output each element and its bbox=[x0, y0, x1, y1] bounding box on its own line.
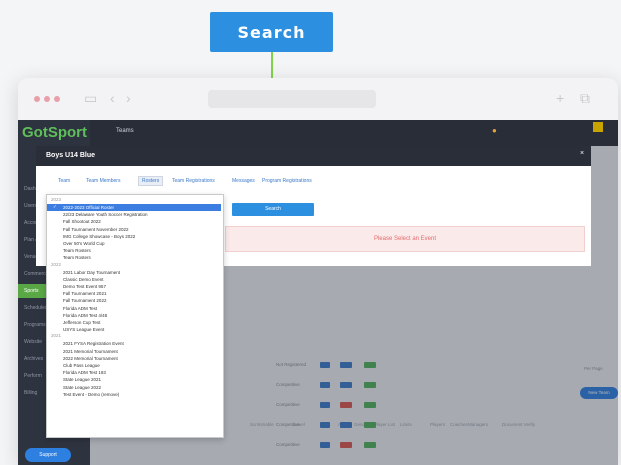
alert-message: Please Select an Event bbox=[225, 226, 585, 252]
dropdown-option[interactable]: 2022 Memorial Tournament bbox=[47, 355, 221, 362]
dropdown-group-label: 2023 bbox=[51, 197, 62, 202]
tab-team-registrations[interactable]: Team Registrations bbox=[172, 178, 215, 184]
back-icon[interactable]: ‹ bbox=[110, 90, 115, 106]
browser-chrome: ▭ ‹ › + ⧉ bbox=[18, 78, 618, 120]
dropdown-option[interactable]: 22/23 Delaware Youth Soccer Registration bbox=[47, 211, 221, 218]
notification-icon[interactable]: ● bbox=[492, 126, 497, 135]
tabs-overview-icon[interactable]: ⧉ bbox=[580, 90, 590, 107]
check-icon: ✓ bbox=[53, 204, 57, 209]
close-icon[interactable]: × bbox=[580, 150, 584, 157]
sidebar-toggle-icon[interactable]: ▭ bbox=[84, 90, 97, 107]
modal-title: Boys U14 Blue bbox=[46, 152, 96, 159]
dropdown-option[interactable]: Team Rosters bbox=[47, 254, 221, 261]
tab-team-members[interactable]: Team Members bbox=[86, 178, 120, 184]
support-button[interactable]: Support bbox=[25, 448, 71, 462]
dropdown-option[interactable]: 2021 Memorial Tournament bbox=[47, 348, 221, 355]
dropdown-option[interactable]: Florida ADM Test 193 bbox=[47, 369, 221, 376]
minimize-dot[interactable] bbox=[44, 96, 50, 102]
close-dot[interactable] bbox=[34, 96, 40, 102]
forward-icon[interactable]: › bbox=[126, 90, 131, 106]
topbar-title: Teams bbox=[116, 128, 134, 134]
avatar[interactable] bbox=[593, 122, 603, 132]
dropdown-option[interactable]: Fall Tournament November 2022 bbox=[47, 226, 221, 233]
dropdown-option[interactable]: Over 50's World Cup bbox=[47, 240, 221, 247]
dropdown-group-label: 2022 bbox=[51, 261, 62, 267]
new-tab-icon[interactable]: + bbox=[556, 90, 564, 106]
dropdown-option[interactable]: Fall Tournament 2022 bbox=[47, 297, 221, 304]
gotsport-logo[interactable]: GotSport bbox=[22, 124, 87, 141]
modal-header bbox=[36, 146, 591, 166]
dropdown-option[interactable]: Florida ADM Test 4/48 bbox=[47, 312, 221, 319]
dropdown-option[interactable]: Fall Shootout 2022 bbox=[47, 218, 221, 225]
event-dropdown-list[interactable]: 2023 2022-2023 Official Roster ✓ 22/23 Dela… bbox=[46, 194, 224, 438]
dropdown-option[interactable]: State League 2021 bbox=[47, 376, 221, 383]
dropdown-option[interactable]: Test Event - Demo (remove) bbox=[47, 391, 221, 398]
tab-program-registrations[interactable]: Program Registrations bbox=[262, 178, 312, 184]
tab-team[interactable]: Team bbox=[58, 178, 70, 184]
search-button[interactable]: Search bbox=[232, 203, 314, 216]
maximize-dot[interactable] bbox=[54, 96, 60, 102]
dropdown-option[interactable]: Team Rosters bbox=[47, 247, 221, 254]
dropdown-option[interactable]: State League 2022 bbox=[47, 384, 221, 391]
url-bar[interactable] bbox=[208, 90, 376, 108]
dropdown-option[interactable]: Florida ADM Test bbox=[47, 305, 221, 312]
app-topbar bbox=[90, 120, 618, 146]
dropdown-option[interactable]: Jefferson Cup Test bbox=[47, 319, 221, 326]
dropdown-option[interactable]: Classic Demo Event bbox=[47, 276, 221, 283]
dropdown-option[interactable]: 2022-2023 Official Roster bbox=[47, 204, 221, 211]
dropdown-option[interactable]: 2021 FYSA Registration Event bbox=[47, 340, 221, 347]
tab-messages[interactable]: Messages bbox=[232, 178, 255, 184]
search-callout: Search bbox=[210, 12, 333, 52]
dropdown-option[interactable]: USYS League Event bbox=[47, 326, 221, 333]
dropdown-group-label: 2021 bbox=[51, 333, 62, 339]
dropdown-option[interactable]: Demo Test Event 957 bbox=[47, 283, 221, 290]
dropdown-option[interactable]: Fall Tournament 2021 bbox=[47, 290, 221, 297]
dropdown-option[interactable]: 2021 Labor Day Tournament bbox=[47, 269, 221, 276]
dropdown-option[interactable]: IMG College Showcase - Boys 2022 bbox=[47, 233, 221, 240]
tab-rosters[interactable]: Rosters bbox=[138, 176, 164, 186]
dropdown-option[interactable]: Club Pass League bbox=[47, 362, 221, 369]
